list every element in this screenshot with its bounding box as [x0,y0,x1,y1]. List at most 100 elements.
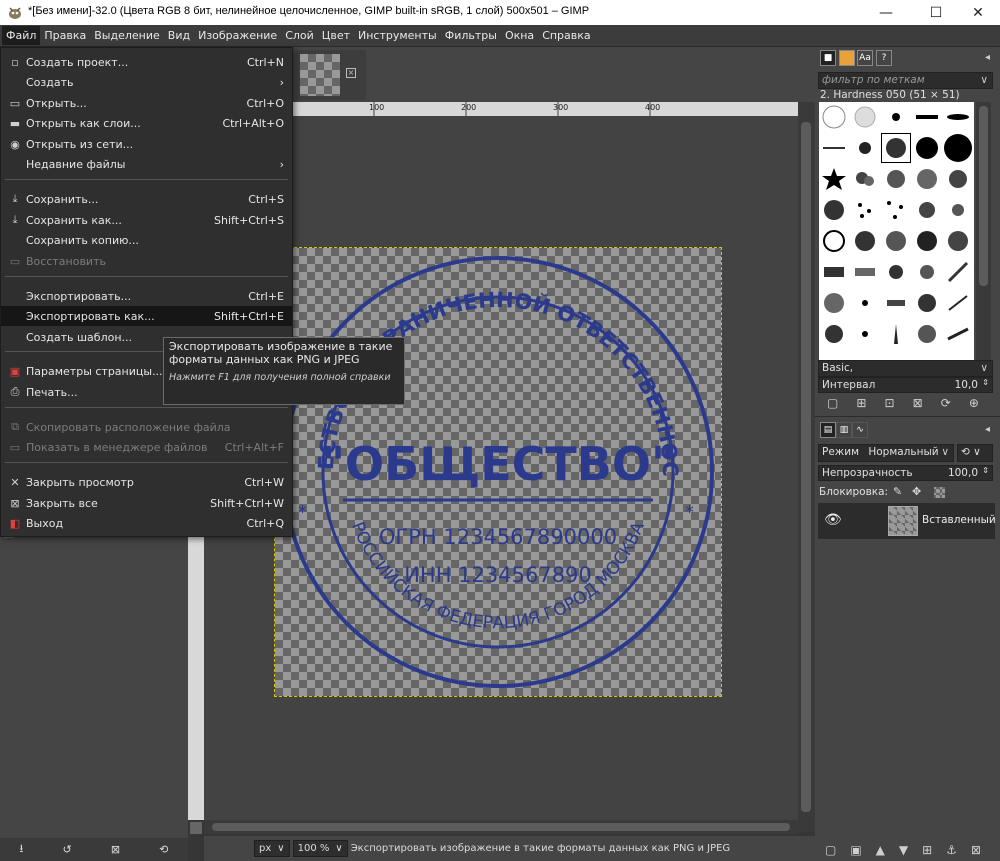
delete-brush-icon[interactable]: ⊠ [913,396,923,410]
menu-new[interactable]: ▫ Создать проект... Ctrl+N [1,52,292,72]
menu-open-as-layers[interactable]: ▬ Открыть как слои... Ctrl+Alt+O [1,113,292,133]
brush-item[interactable] [819,226,849,256]
stepper-icon[interactable]: ⇕ [982,378,989,387]
eye-icon[interactable]: 👁 [824,512,842,528]
new-group-icon[interactable]: ▣ [850,843,861,857]
brush-item[interactable] [943,102,973,132]
restore-preset-icon[interactable]: ↺ [63,843,72,856]
brush-item[interactable] [912,102,942,132]
menu-layer[interactable]: Слой [281,26,318,45]
anchor-layer-icon[interactable]: ⚓ [946,843,957,857]
horizontal-ruler[interactable]: 100 200 300 400 [204,102,798,116]
brush-item[interactable] [943,288,973,318]
menu-copy-location[interactable]: ⧉ Скопировать расположение файла [1,417,292,437]
brush-item[interactable] [850,164,880,194]
brush-scrollbar[interactable] [976,102,991,360]
menu-open-location[interactable]: ◉ Открыть из сети... [1,134,292,154]
horizontal-scroll-thumb[interactable] [212,823,790,831]
brush-preset-selector[interactable]: Basic, ∨ [818,360,993,377]
vertical-scroll-thumb[interactable] [801,122,811,812]
brush-spacing-field[interactable]: Интервал 10,0 ⇕ [818,377,993,393]
brush-item[interactable] [912,164,942,194]
menu-open[interactable]: ▭ Открыть... Ctrl+O [1,93,292,113]
layer-canvas[interactable]: ОБЩЕСТВО С ОГРАНИЧЕННОЙ ОТВЕТСТВЕННОСТЬЮ… [274,247,722,697]
menu-show-in-file-manager[interactable]: ▭ Показать в менеджере файлов Ctrl+Alt+F [1,437,292,457]
brush-item[interactable] [943,226,973,256]
new-layer-icon[interactable]: ▢ [825,843,836,857]
duplicate-brush-icon[interactable]: ⊞ [856,396,866,410]
tab-channels[interactable]: ▥ [836,422,852,438]
brush-item[interactable] [819,195,849,225]
brush-item-selected[interactable] [881,133,911,163]
lock-position-icon[interactable]: ✥ [912,485,921,498]
brush-item[interactable] [850,226,880,256]
brush-item[interactable] [850,133,880,163]
image-tab[interactable]: × [296,50,366,100]
dock-menu-icon[interactable]: ◂ [985,424,990,435]
menu-help[interactable]: Справка [538,26,594,45]
tab-help[interactable]: ? [876,50,892,66]
brush-item[interactable] [912,226,942,256]
stepper-icon[interactable]: ⇕ [982,466,989,475]
brush-item[interactable] [943,133,973,163]
brush-item[interactable] [819,257,849,287]
delete-preset-icon[interactable]: ⊠ [111,843,120,856]
delete-layer-icon[interactable]: ⊠ [971,843,981,857]
brush-item[interactable] [943,319,973,349]
brush-tag-filter[interactable]: фильтр по меткам ∨ [818,72,993,89]
menu-file[interactable]: Файл [2,26,41,45]
brush-item[interactable] [850,319,880,349]
menu-save[interactable]: ⤓ Сохранить... Ctrl+S [1,189,292,209]
brush-item[interactable] [819,319,849,349]
maximize-button[interactable]: ☐ [913,0,959,25]
tab-layers[interactable]: ▤ [820,422,836,438]
menu-recent[interactable]: Недавние файлы › [1,154,292,174]
layer-row[interactable]: 👁 Вставленный [818,503,996,539]
brush-item[interactable] [881,164,911,194]
dock-menu-icon[interactable]: ◂ [985,52,990,63]
refresh-brush-icon[interactable]: ⟳ [941,396,951,410]
brush-item[interactable] [819,288,849,318]
menu-export[interactable]: Экспортировать... Ctrl+E [1,286,292,306]
brush-item[interactable] [881,195,911,225]
lower-layer-icon[interactable]: ▼ [899,843,908,857]
tab-patterns[interactable] [839,50,855,66]
layer-mode-reset[interactable]: ⟲ ∨ [957,444,993,462]
menu-save-copy[interactable]: Сохранить копию... [1,230,292,250]
brush-item[interactable] [819,133,849,163]
tab-fonts[interactable]: Aa [857,50,873,66]
brush-item[interactable] [881,288,911,318]
brush-item[interactable] [881,257,911,287]
lock-pixels-icon[interactable]: ✎ [893,485,902,498]
menu-filters[interactable]: Фильтры [441,26,501,45]
brush-item[interactable] [912,319,942,349]
layer-mode-selector[interactable]: Режим Нормальный ∨ [818,444,954,462]
menu-tools[interactable]: Инструменты [354,26,441,45]
menu-save-as[interactable]: ⤓ Сохранить как... Shift+Ctrl+S [1,210,292,230]
brush-item[interactable] [881,102,911,132]
brush-item[interactable] [943,195,973,225]
brush-item[interactable] [912,195,942,225]
menu-colors[interactable]: Цвет [318,26,354,45]
brush-item[interactable] [850,288,880,318]
brush-item[interactable] [912,288,942,318]
lock-alpha-icon[interactable] [934,487,945,498]
brush-item[interactable] [819,164,849,194]
horizontal-scrollbar[interactable] [204,820,798,834]
menu-quit[interactable]: ◧ Выход Ctrl+Q [1,513,292,533]
zoom-selector[interactable]: 100 % ∨ [292,840,348,857]
tab-paths[interactable]: ∿ [852,422,868,438]
reset-icon[interactable]: ⟲ [159,843,168,856]
quick-mask-toggle[interactable] [190,822,202,834]
menu-export-as[interactable]: Экспортировать как... Shift+Ctrl+E [1,306,292,326]
brush-item[interactable] [912,133,942,163]
menu-windows[interactable]: Окна [501,26,538,45]
brush-grid[interactable] [819,102,974,360]
vertical-scrollbar[interactable] [798,102,815,832]
new-brush-icon[interactable]: ▢ [827,396,838,410]
opacity-field[interactable]: Непрозрачность 100,0 ⇕ [818,465,993,481]
menu-close-all[interactable]: ⊠ Закрыть все Shift+Ctrl+W [1,493,292,513]
brush-item[interactable] [850,257,880,287]
tab-brushes[interactable]: ■ [820,50,836,66]
menu-revert[interactable]: ▭ Восстановить [1,251,292,271]
